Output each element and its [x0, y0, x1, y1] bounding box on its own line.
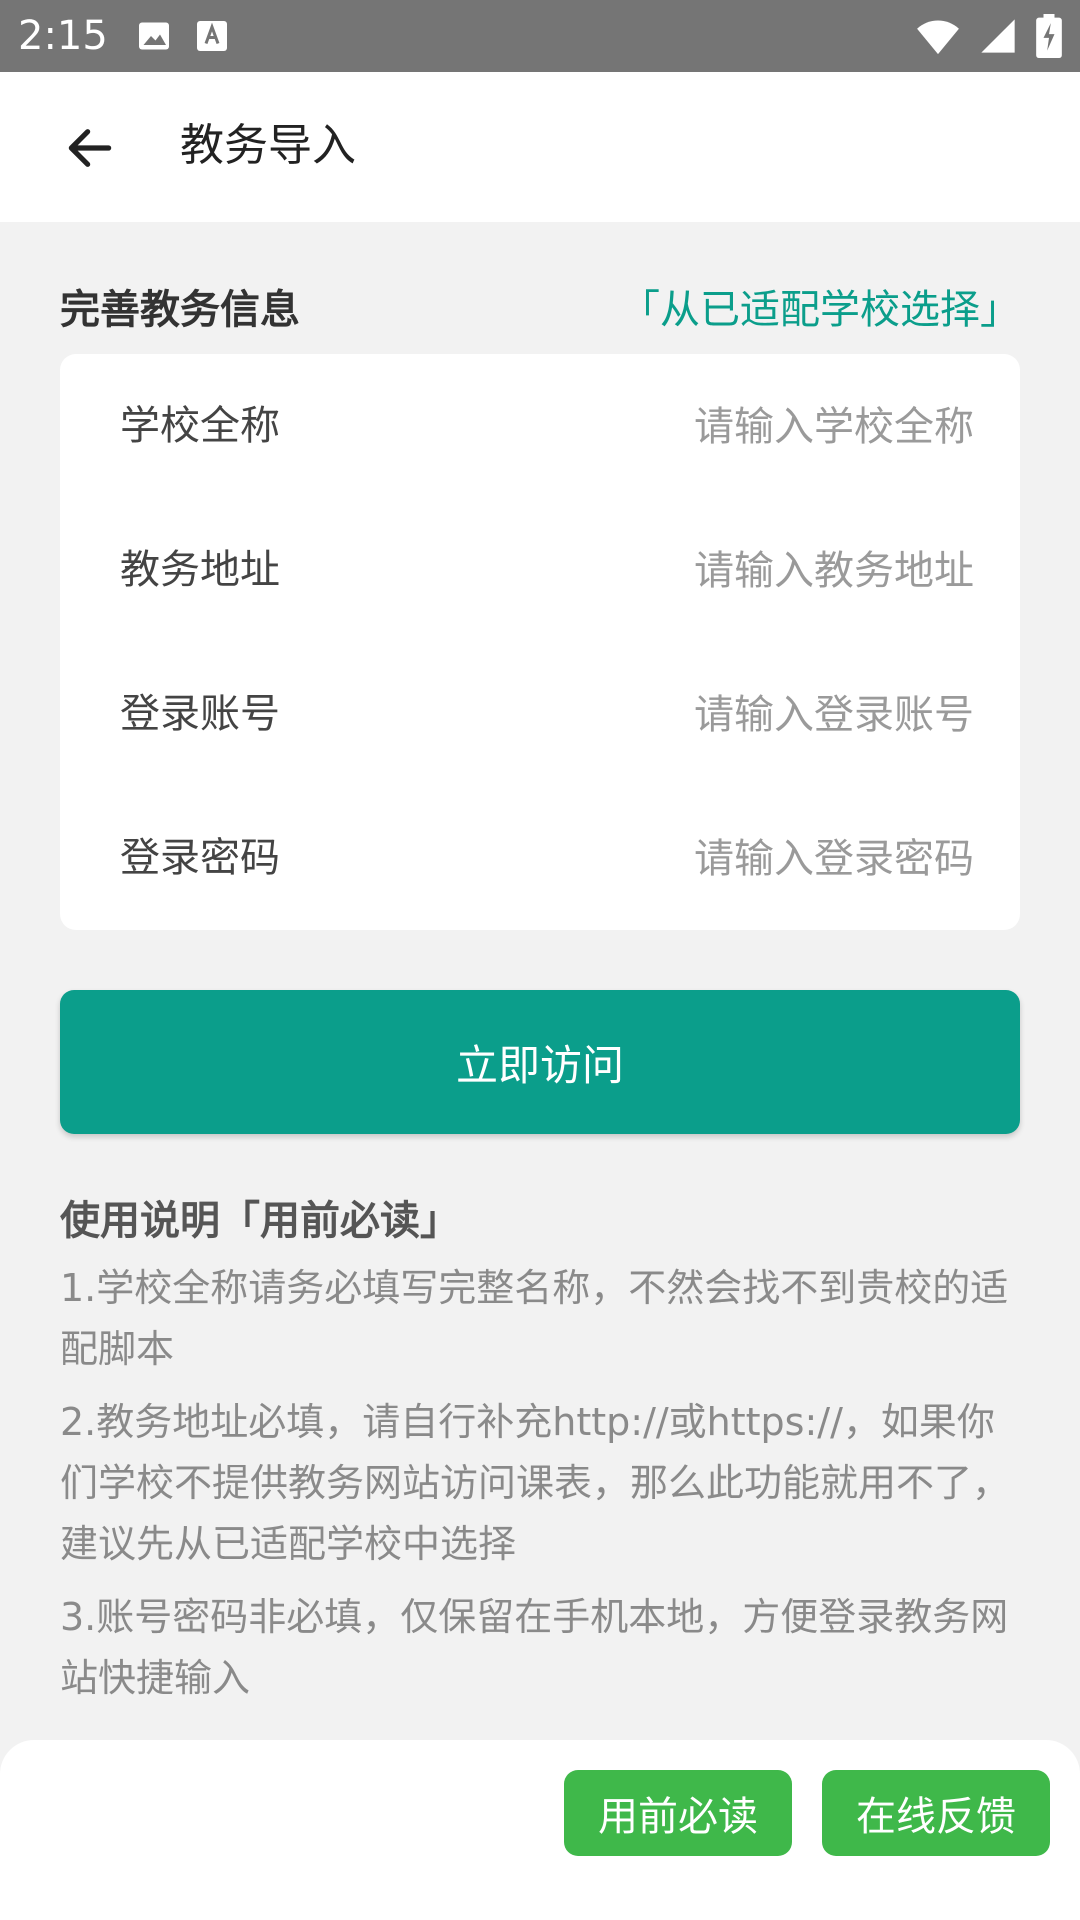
school-name-label: 学校全称 [120, 403, 280, 449]
form-row-password: 登录密码 [60, 786, 1020, 930]
form-row-school-name: 学校全称 [60, 354, 1020, 498]
instruction-item: 2.教务地址必填，请自行补充http://或https://，如果你们学校不提供… [60, 1400, 1011, 1566]
instructions: 使用说明「用前必读」 1.学校全称请务必填写完整名称，不然会找不到贵校的适配脚本… [60, 1190, 1020, 1721]
bottom-sheet: 用前必读 在线反馈 [0, 1740, 1080, 1920]
online-feedback-button[interactable]: 在线反馈 [822, 1770, 1050, 1856]
academic-url-label: 教务地址 [120, 547, 280, 593]
instruction-item: 3.账号密码非必填，仅保留在手机本地，方便登录教务网站快捷输入 [60, 1595, 1009, 1700]
password-input[interactable] [452, 822, 976, 896]
page-title: 教务导入 [180, 120, 356, 171]
signal-icon [981, 19, 1015, 53]
school-name-input[interactable] [452, 390, 976, 464]
form-row-academic-url: 教务地址 [60, 498, 1020, 642]
status-icons-right [916, 14, 1062, 58]
academic-url-input[interactable] [452, 534, 976, 608]
form-row-account: 登录账号 [60, 642, 1020, 786]
app-bar: 教务导入 [0, 72, 1080, 222]
account-label: 登录账号 [120, 691, 280, 737]
select-school-link[interactable]: 「从已适配学校选择」 [620, 282, 1020, 338]
instructions-title: 使用说明「用前必读」 [60, 1198, 460, 1244]
status-icons-left [136, 18, 230, 54]
form-card: 学校全称 教务地址 登录账号 登录密码 [60, 354, 1020, 930]
visit-now-button[interactable]: 立即访问 [60, 990, 1020, 1134]
section-header: 完善教务信息 「从已适配学校选择」 [60, 282, 1020, 338]
status-time: 2:15 [18, 13, 108, 59]
wifi-icon [917, 20, 959, 55]
font-icon [197, 21, 227, 51]
status-bar: 2:15 [0, 0, 1080, 72]
account-input[interactable] [452, 678, 976, 752]
battery-charging-icon [1036, 14, 1062, 58]
back-button[interactable] [52, 110, 128, 186]
read-before-use-button[interactable]: 用前必读 [564, 1770, 792, 1856]
arrow-left-icon [68, 129, 112, 167]
section-title: 完善教务信息 [60, 287, 300, 333]
password-label: 登录密码 [120, 835, 280, 881]
instruction-item: 1.学校全称请务必填写完整名称，不然会找不到贵校的适配脚本 [60, 1266, 1009, 1371]
image-icon [139, 22, 169, 50]
